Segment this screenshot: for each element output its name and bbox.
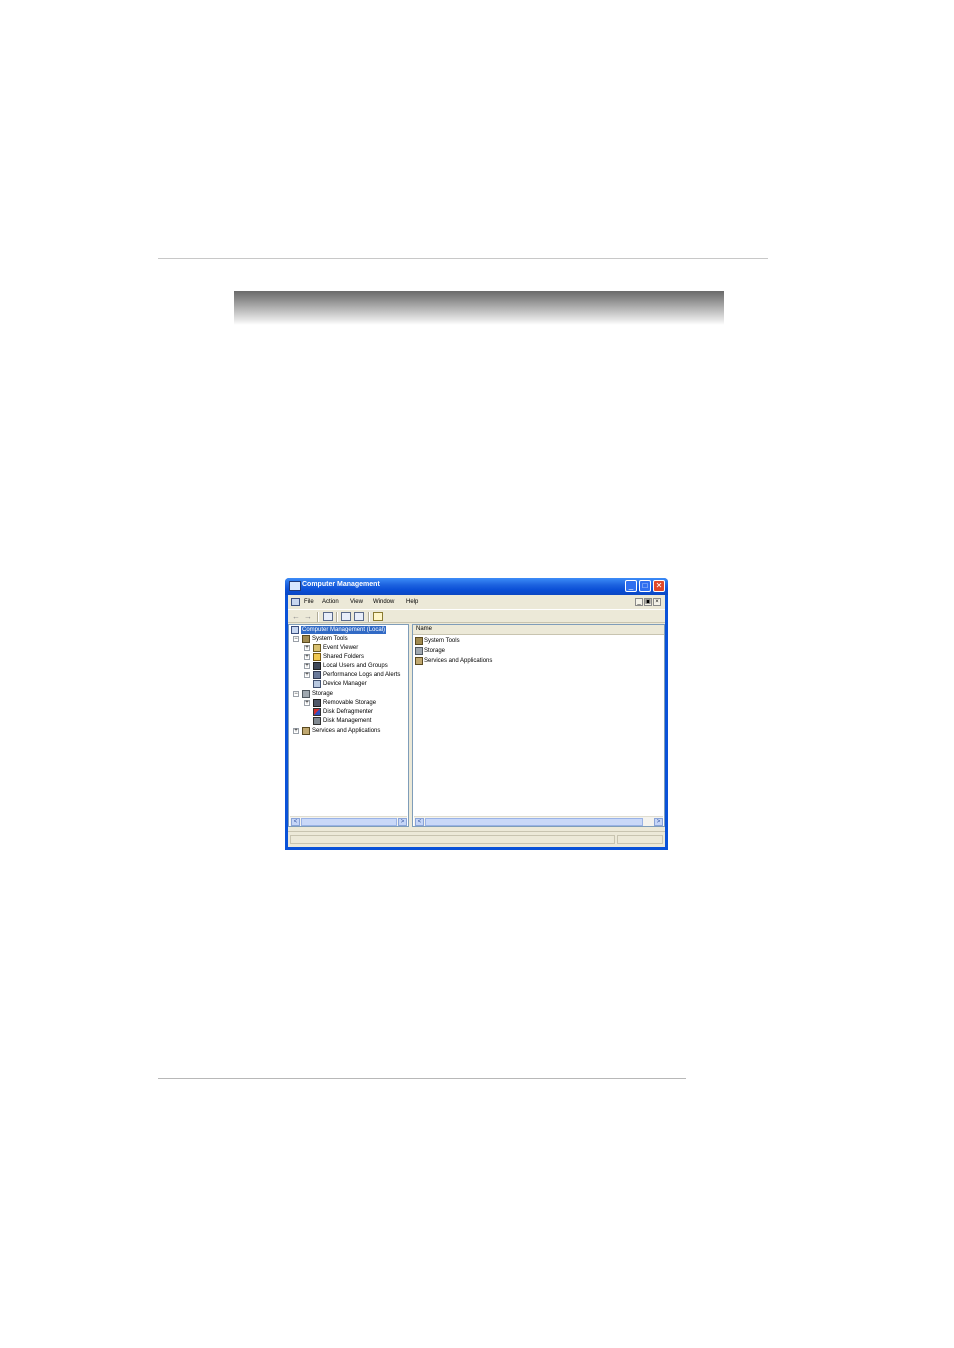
menu-bar: File Action View Window Help _ ▣ ×	[288, 595, 665, 609]
mmc-icon[interactable]	[291, 598, 300, 606]
performance-icon	[313, 671, 321, 679]
menu-file[interactable]: File	[304, 599, 314, 605]
bottom-rule	[158, 1078, 686, 1079]
storage-icon	[415, 647, 423, 655]
up-level-icon[interactable]	[323, 612, 333, 621]
scroll-right-button[interactable]: >	[654, 818, 663, 826]
defragmenter-icon	[313, 708, 321, 716]
scroll-thumb[interactable]	[301, 818, 397, 826]
computer-icon	[289, 581, 301, 591]
tree-label: Computer Management (Local)	[301, 626, 387, 634]
mdi-restore-button[interactable]: ▣	[644, 598, 652, 606]
tree-label: Local Users and Groups	[323, 663, 388, 669]
tree-label: System Tools	[312, 636, 348, 642]
list-item-label: System Tools	[424, 638, 460, 644]
event-viewer-icon	[313, 644, 321, 652]
storage-icon	[302, 690, 310, 698]
top-rule	[158, 258, 768, 259]
expand-icon[interactable]: +	[304, 663, 310, 669]
help-icon[interactable]	[373, 612, 383, 621]
mdi-close-button[interactable]: ×	[653, 598, 661, 606]
shared-folder-icon	[313, 653, 321, 661]
toolbar-separator	[317, 612, 319, 622]
services-icon	[415, 657, 423, 665]
menu-window[interactable]: Window	[373, 599, 394, 605]
menu-view[interactable]: View	[350, 599, 363, 605]
tree-label: Performance Logs and Alerts	[323, 672, 401, 678]
tools-icon	[415, 637, 423, 645]
tree-label: Shared Folders	[323, 654, 365, 660]
export-list-icon[interactable]	[354, 612, 364, 621]
removable-storage-icon	[313, 699, 321, 707]
maximize-button[interactable]: □	[639, 580, 651, 592]
toolbar-separator	[368, 612, 370, 622]
tree-label: Disk Management	[323, 718, 372, 724]
expand-icon[interactable]: +	[293, 728, 299, 734]
status-segment	[617, 835, 663, 844]
minimize-button[interactable]: _	[625, 580, 637, 592]
scroll-right-button[interactable]: >	[398, 818, 407, 826]
expand-icon[interactable]: +	[304, 654, 310, 660]
expand-icon[interactable]: +	[304, 645, 310, 651]
window-title: Computer Management	[302, 581, 380, 588]
tree-label: Services and Applications	[312, 728, 381, 734]
close-button[interactable]: ✕	[653, 580, 665, 592]
tree-label: Disk Defragmenter	[323, 709, 374, 715]
title-bar[interactable]: Computer Management _ □ ✕	[285, 578, 668, 595]
tree-label: Storage	[312, 691, 334, 697]
scroll-left-button[interactable]: <	[291, 818, 300, 826]
forward-arrow-icon[interactable]: →	[303, 612, 313, 621]
show-hide-tree-icon[interactable]	[341, 612, 351, 621]
tree-label: Event Viewer	[323, 645, 359, 651]
list-item-label: Services and Applications	[424, 658, 493, 664]
list-item-label: Storage	[424, 648, 446, 654]
scroll-left-button[interactable]: <	[415, 818, 424, 826]
results-pane[interactable]: Name System Tools Storage Services and A…	[412, 624, 665, 827]
tree-horizontal-scrollbar[interactable]: < >	[290, 816, 407, 826]
section-banner	[234, 291, 724, 325]
tree-label: Device Manager	[323, 681, 367, 687]
mdi-minimize-button[interactable]: _	[635, 598, 643, 606]
expand-icon[interactable]: +	[304, 672, 310, 678]
menu-action[interactable]: Action	[322, 599, 339, 605]
computer-icon	[291, 626, 299, 634]
toolbar: ← →	[288, 609, 665, 623]
collapse-icon[interactable]: −	[293, 636, 299, 642]
disk-management-icon	[313, 717, 321, 725]
back-arrow-icon[interactable]: ←	[291, 612, 301, 621]
scroll-thumb[interactable]	[425, 818, 643, 826]
column-header-name[interactable]: Name	[413, 625, 664, 635]
users-icon	[313, 662, 321, 670]
services-icon	[302, 727, 310, 735]
computer-management-window: Computer Management _ □ ✕ File Action Vi…	[285, 578, 668, 850]
tree-label: Removable Storage	[323, 700, 377, 706]
tools-icon	[302, 635, 310, 643]
column-header-label: Name	[416, 626, 433, 632]
client-area: File Action View Window Help _ ▣ × ← → C…	[288, 595, 665, 847]
results-horizontal-scrollbar[interactable]: < >	[414, 816, 663, 826]
status-bar	[288, 831, 665, 847]
expand-icon[interactable]: +	[304, 700, 310, 706]
menu-help[interactable]: Help	[406, 599, 418, 605]
console-tree[interactable]: Computer Management (Local) − System Too…	[288, 624, 409, 827]
toolbar-separator	[336, 612, 338, 622]
device-manager-icon	[313, 680, 321, 688]
collapse-icon[interactable]: −	[293, 691, 299, 697]
status-segment	[290, 835, 615, 844]
